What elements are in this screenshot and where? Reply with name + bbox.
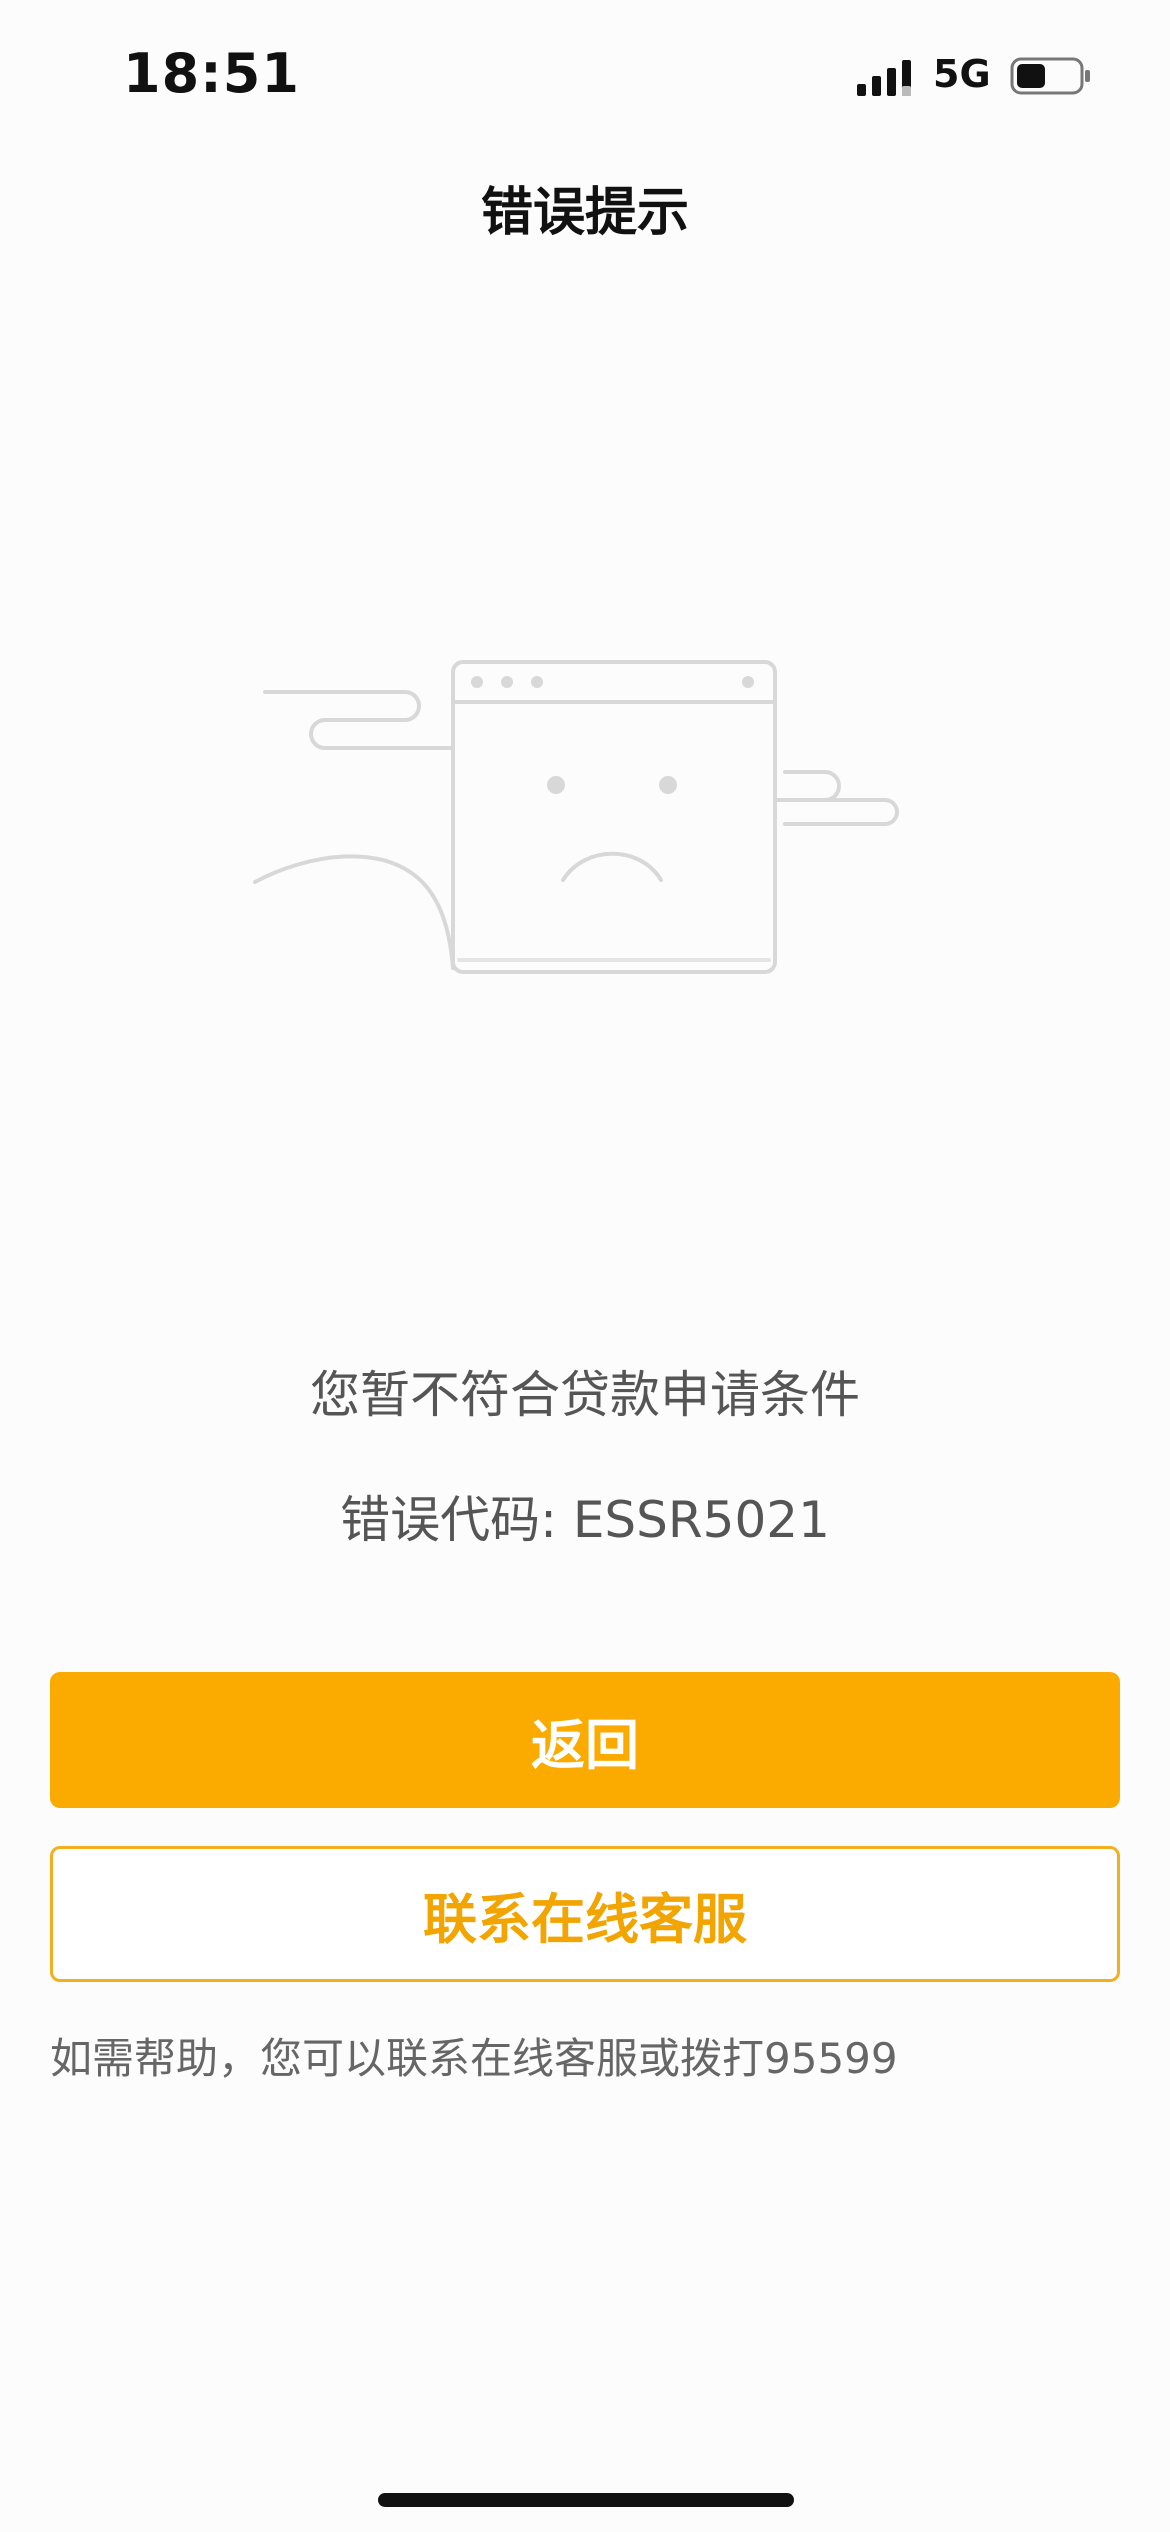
status-time: 18:51 xyxy=(123,42,300,105)
back-button[interactable]: 返回 xyxy=(50,1672,1120,1808)
status-bar: 18:51 5G xyxy=(0,0,1170,150)
page-title: 错误提示 xyxy=(480,183,689,243)
error-message: 您暂不符合贷款申请条件 xyxy=(310,1366,860,1424)
error-screen: 18:51 5G 错误提示 您暂不符合贷款申请条件 错误代码: ESSR5021… xyxy=(0,0,1170,2532)
battery-icon xyxy=(1010,57,1090,95)
contact-support-button[interactable]: 联系在线客服 xyxy=(50,1846,1120,1982)
sad-browser-window-icon xyxy=(253,660,899,974)
home-indicator[interactable] xyxy=(378,2493,794,2507)
signal-bars-icon xyxy=(857,60,911,96)
help-text: 如需帮助，您可以联系在线客服或拨打95599 xyxy=(50,2034,898,2083)
error-code: 错误代码: ESSR5021 xyxy=(340,1491,830,1549)
network-label: 5G xyxy=(933,52,991,96)
